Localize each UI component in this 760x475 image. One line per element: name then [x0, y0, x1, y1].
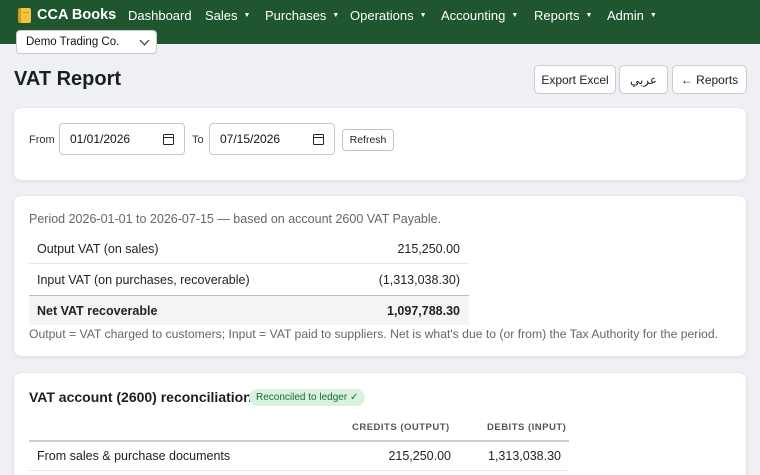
column-header-credits: CREDITS (OUTPUT) — [352, 422, 450, 433]
caret-down-icon: ▼ — [243, 12, 251, 19]
caret-down-icon: ▼ — [419, 12, 427, 19]
company-select[interactable]: Demo Trading Co. — [16, 30, 157, 54]
row-label: From sales & purchase documents — [37, 449, 231, 463]
row-value: 1,097,788.30 — [387, 303, 460, 318]
row-label: Input VAT (on purchases, recoverable) — [37, 273, 250, 287]
export-excel-button[interactable]: Export Excel — [534, 65, 616, 94]
row-credits: 215,250.00 — [388, 449, 451, 463]
to-label: To — [192, 134, 204, 146]
row-label: Net VAT recoverable — [37, 303, 158, 318]
nav-sales-label: Sales — [205, 8, 238, 23]
period-text: Period 2026-01-01 to 2026-07-15 — based … — [29, 212, 442, 226]
from-date-value: 01/01/2026 — [70, 132, 131, 146]
row-debits: 1,313,038.30 — [488, 449, 561, 463]
row-value: (1,313,038.30) — [378, 273, 460, 287]
nav-dashboard[interactable]: Dashboard — [128, 8, 192, 23]
back-to-reports-button[interactable]: ← Reports — [672, 65, 747, 94]
calendar-icon[interactable] — [313, 133, 324, 145]
caret-down-icon: ▼ — [511, 12, 519, 19]
from-label: From — [29, 134, 55, 146]
to-date-value: 07/15/2026 — [220, 132, 281, 146]
nav-operations-label: Operations — [350, 8, 414, 23]
to-date-input[interactable]: 07/15/2026 — [209, 123, 335, 155]
from-date-input[interactable]: 01/01/2026 — [59, 123, 185, 155]
table-row: From sales & purchase documents 215,250.… — [29, 442, 569, 471]
nav-operations[interactable]: Operations ▼ — [350, 8, 427, 23]
chevron-down-icon — [139, 35, 150, 45]
vat-row-input: Input VAT (on purchases, recoverable) (1… — [29, 265, 469, 295]
caret-down-icon: ▼ — [585, 12, 593, 19]
vat-row-output: Output VAT (on sales) 215,250.00 — [29, 234, 469, 264]
nav-accounting[interactable]: Accounting ▼ — [441, 8, 518, 23]
explanation-note: Output = VAT charged to customers; Input… — [29, 327, 719, 341]
refresh-button[interactable]: Refresh — [342, 129, 394, 151]
company-select-value: Demo Trading Co. — [26, 36, 120, 48]
nav-sales[interactable]: Sales ▼ — [205, 8, 250, 23]
nav-admin-label: Admin — [607, 8, 644, 23]
nav-purchases-label: Purchases — [265, 8, 327, 23]
brand-name: CCA Books — [37, 7, 117, 23]
nav-admin[interactable]: Admin ▼ — [607, 8, 657, 23]
vat-row-net: Net VAT recoverable 1,097,788.30 — [29, 295, 469, 325]
nav-accounting-label: Accounting — [441, 8, 506, 23]
nav-dashboard-label: Dashboard — [128, 8, 192, 23]
page-title: VAT Report — [14, 68, 122, 90]
arabic-language-button[interactable]: عربي — [619, 65, 668, 94]
row-value: 215,250.00 — [397, 241, 460, 256]
reconciliation-title: VAT account (2600) reconciliation — [29, 389, 252, 405]
nav-purchases[interactable]: Purchases ▼ — [265, 8, 339, 23]
brand[interactable]: CCA Books — [18, 7, 116, 23]
column-header-debits: DEBITS (INPUT) — [487, 422, 567, 433]
caret-down-icon: ▼ — [649, 12, 657, 19]
caret-down-icon: ▼ — [332, 12, 340, 19]
nav-reports-label: Reports — [534, 8, 580, 23]
book-icon — [18, 7, 31, 23]
calendar-icon[interactable] — [163, 133, 174, 145]
reconciled-badge: Reconciled to ledger ✓ — [249, 389, 366, 406]
nav-reports[interactable]: Reports ▼ — [534, 8, 592, 23]
row-label: Output VAT (on sales) — [37, 241, 159, 256]
